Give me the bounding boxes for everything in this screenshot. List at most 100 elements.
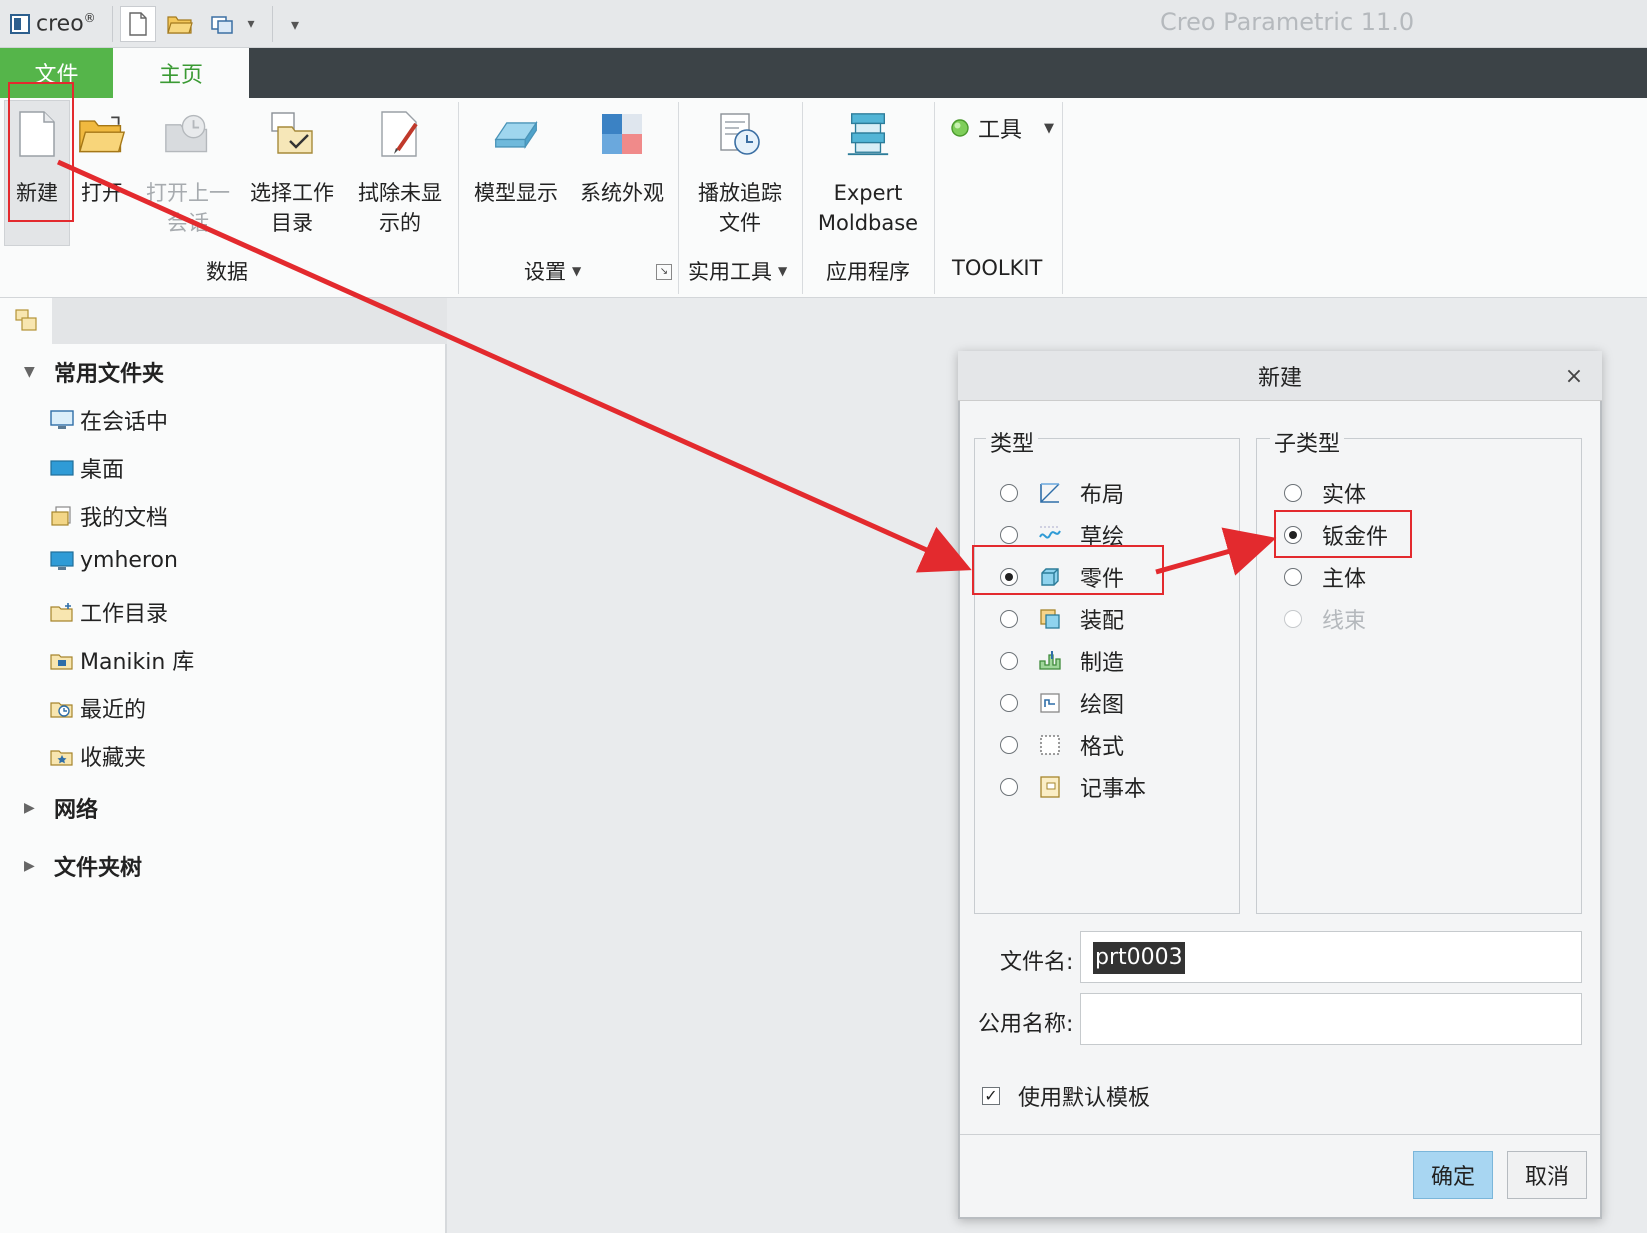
working-dir-icon	[50, 603, 73, 622]
subtype-option-body[interactable]: 主体	[1284, 557, 1366, 597]
use-default-template-label: 使用默认模板	[1018, 1086, 1151, 1111]
creo-logo: creo®	[10, 6, 96, 42]
radio-button[interactable]	[1000, 484, 1018, 502]
open-button[interactable]: 打开	[72, 100, 132, 208]
radio-button[interactable]	[1000, 694, 1018, 712]
select-working-directory-button[interactable]: 选择工作 目录	[244, 100, 340, 238]
use-default-template-checkbox[interactable]: ✓ 使用默认模板	[982, 1080, 1150, 1112]
radio-button[interactable]	[1000, 736, 1018, 754]
nav-item-label: 收藏夹	[80, 746, 147, 771]
type-option-assembly[interactable]: 装配	[1000, 599, 1124, 639]
erase-not-displayed-button[interactable]: 拭除未显 示的	[352, 100, 448, 238]
type-option-drawing[interactable]: 绘图	[1000, 683, 1124, 723]
type-label: 绘图	[1080, 693, 1125, 718]
radio-button[interactable]	[1000, 652, 1018, 670]
open-button-label: 打开	[81, 181, 123, 205]
common-folders-header[interactable]: ▼ 常用文件夹	[24, 356, 164, 388]
folder-tree-label: 文件夹树	[54, 856, 143, 881]
erase-label-line1: 拭除未显	[358, 181, 442, 205]
type-option-layout[interactable]: 布局	[1000, 473, 1124, 513]
group-label-applications: 应用程序	[826, 260, 910, 284]
qat-dropdown-button[interactable]: ▾	[240, 6, 262, 42]
group-settings-dropdown[interactable]: 设置 ▼	[524, 256, 581, 286]
close-icon[interactable]: ×	[1562, 364, 1586, 389]
playback-label-line1: 播放追踪	[698, 181, 782, 205]
nav-item-working-directory[interactable]: 工作目录	[50, 596, 168, 628]
radio-button[interactable]	[1284, 568, 1302, 586]
assembly-icon	[1040, 609, 1060, 629]
model-display-button[interactable]: 模型显示	[468, 100, 564, 208]
open-folder-icon	[78, 110, 126, 158]
nav-item-recent[interactable]: 最近的	[50, 692, 146, 724]
playback-trail-file-button[interactable]: 播放追踪 文件	[692, 100, 788, 238]
collapsed-triangle-icon: ▶	[24, 858, 35, 874]
checkbox-checked-icon[interactable]: ✓	[982, 1087, 1000, 1105]
nav-item-label: Manikin 库	[80, 650, 195, 675]
collapsed-triangle-icon: ▶	[24, 800, 35, 816]
creo-logo-icon	[10, 14, 30, 34]
nav-item-manikin-library[interactable]: Manikin 库	[50, 644, 194, 676]
open-last-session-icon	[164, 110, 212, 158]
ok-button[interactable]: 确定	[1413, 1151, 1493, 1199]
select-dir-label-line1: 选择工作	[250, 181, 334, 205]
expert-moldbase-icon	[844, 110, 892, 158]
computer-icon	[50, 550, 74, 570]
cancel-button[interactable]: 取消	[1507, 1151, 1587, 1199]
qat-new-button[interactable]	[120, 6, 156, 42]
system-appearance-label: 系统外观	[580, 181, 664, 205]
subtype-label: 线束	[1322, 609, 1367, 634]
format-icon	[1040, 735, 1060, 755]
type-option-notebook[interactable]: 记事本	[1000, 767, 1146, 807]
open-last-label-line1: 打开上一	[146, 181, 230, 205]
qat-window-button[interactable]	[204, 6, 240, 42]
annotation-highlight-new-button	[8, 82, 74, 222]
expert-moldbase-button[interactable]: Expert Moldbase	[812, 100, 924, 238]
customize-icon: ▾	[290, 14, 300, 34]
nav-item-ymheron[interactable]: ymheron	[50, 548, 178, 573]
library-icon	[50, 654, 73, 670]
group-utilities-dropdown[interactable]: 实用工具 ▼	[688, 256, 787, 286]
model-display-label: 模型显示	[474, 181, 558, 205]
radio-button[interactable]	[1284, 484, 1302, 502]
nav-item-my-documents[interactable]: 我的文档	[50, 500, 168, 532]
type-legend: 类型	[986, 426, 1039, 458]
chevron-down-icon: ▼	[1044, 120, 1055, 136]
qat-customize-button[interactable]: ▾	[280, 6, 310, 42]
subtype-legend: 子类型	[1270, 426, 1345, 458]
open-last-session-button[interactable]: 打开上一 会话	[140, 100, 236, 238]
network-header[interactable]: ▶ 网络	[24, 792, 98, 824]
nav-item-label: ymheron	[80, 548, 178, 573]
folder-browser-icon[interactable]	[14, 308, 38, 332]
filename-input[interactable]: prt0003	[1080, 931, 1582, 983]
nav-item-favorites[interactable]: 收藏夹	[50, 740, 146, 772]
layout-icon	[1040, 483, 1060, 503]
group-label-settings: 设置	[524, 260, 566, 284]
qat-separator	[112, 6, 113, 42]
expert-label-line1: Expert	[833, 181, 903, 205]
type-option-format[interactable]: 格式	[1000, 725, 1124, 765]
system-appearance-button[interactable]: 系统外观	[574, 100, 670, 208]
tab-home[interactable]: 主页	[113, 48, 249, 98]
erase-label-line2: 示的	[379, 211, 421, 235]
expanded-triangle-icon: ▼	[24, 364, 35, 380]
type-option-manufacturing[interactable]: 制造	[1000, 641, 1124, 681]
tools-dropdown[interactable]: 工具 ▼	[950, 112, 1054, 144]
nav-item-in-session[interactable]: 在会话中	[50, 404, 168, 436]
dialog-launcher-icon[interactable]: ↘	[656, 264, 672, 280]
nav-item-desktop[interactable]: 桌面	[50, 452, 124, 484]
ribbon-group-separator	[1062, 102, 1063, 294]
subtype-option-solid[interactable]: 实体	[1284, 473, 1366, 513]
folder-tree-header[interactable]: ▶ 文件夹树	[24, 850, 142, 882]
radio-button[interactable]	[1000, 778, 1018, 796]
documents-icon	[51, 506, 71, 526]
common-name-label: 公用名称:	[978, 1012, 1074, 1037]
dropdown-icon: ▾	[247, 16, 255, 32]
radio-button[interactable]	[1000, 526, 1018, 544]
radio-button[interactable]	[1000, 610, 1018, 628]
nav-item-label: 最近的	[80, 698, 147, 723]
qat-open-button[interactable]	[162, 6, 198, 42]
logo-registered-mark: ®	[83, 11, 96, 26]
sketch-icon	[1039, 526, 1061, 539]
common-name-input[interactable]	[1080, 993, 1582, 1045]
notebook-icon	[1040, 776, 1060, 798]
